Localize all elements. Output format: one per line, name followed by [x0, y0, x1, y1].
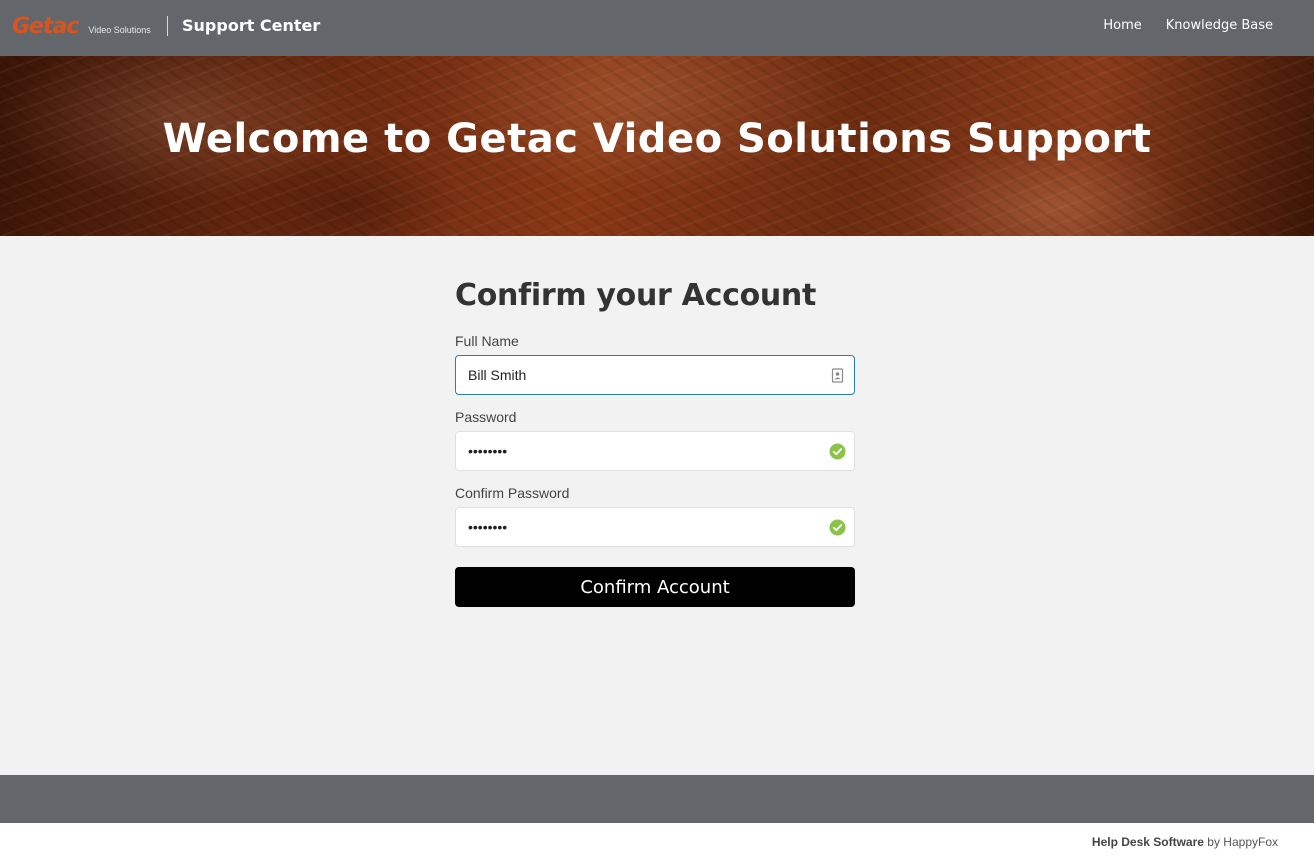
confirm-password-field-wrapper: [455, 507, 855, 547]
form-title: Confirm your Account: [455, 278, 817, 313]
nav-home-link[interactable]: Home: [1103, 18, 1141, 33]
header-divider: [167, 16, 168, 36]
powered-by[interactable]: Help Desk Software by HappyFox: [1092, 835, 1278, 849]
logo-subtext: Video Solutions: [88, 25, 151, 35]
footer-band: [0, 775, 1314, 823]
getac-logo[interactable]: Getac Video Solutions: [12, 14, 151, 39]
logo-wordmark: Getac: [12, 14, 79, 39]
password-input[interactable]: [456, 432, 854, 470]
footer-bar: Help Desk Software by HappyFox: [0, 823, 1314, 864]
contact-card-icon[interactable]: [829, 367, 846, 384]
confirm-account-form: Confirm your Account Full Name Password …: [455, 278, 855, 607]
password-field-wrapper: [455, 431, 855, 471]
confirm-password-label: Confirm Password: [455, 485, 570, 501]
confirm-account-button[interactable]: Confirm Account: [455, 567, 855, 607]
main-content: Confirm your Account Full Name Password …: [0, 236, 1314, 775]
main-nav: Home Knowledge Base: [1103, 18, 1273, 33]
full-name-field-wrapper: [455, 355, 855, 395]
hero-title: Welcome to Getac Video Solutions Support: [162, 116, 1152, 162]
hero-banner: Welcome to Getac Video Solutions Support: [0, 56, 1314, 236]
powered-by-product: Help Desk Software: [1091, 835, 1204, 849]
check-circle-icon: [829, 443, 846, 460]
nav-knowledge-base-link[interactable]: Knowledge Base: [1166, 18, 1273, 33]
powered-by-vendor: by HappyFox: [1207, 835, 1278, 849]
confirm-password-input[interactable]: [456, 508, 854, 546]
password-label: Password: [455, 409, 517, 425]
site-title[interactable]: Support Center: [182, 16, 320, 35]
check-circle-icon: [829, 519, 846, 536]
full-name-input[interactable]: [456, 356, 854, 394]
top-navbar: Getac Video Solutions Support Center Hom…: [0, 0, 1314, 56]
full-name-label: Full Name: [455, 333, 519, 349]
